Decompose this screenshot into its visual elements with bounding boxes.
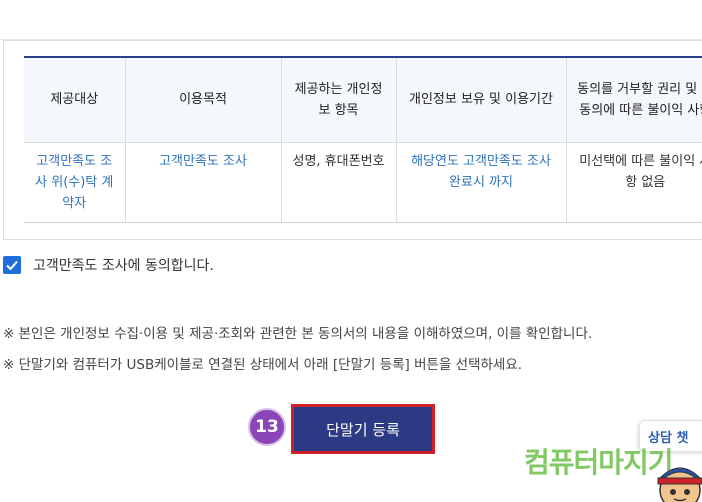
mascot-icon [657,467,702,502]
step-badge: 13 [248,408,286,446]
register-device-button[interactable]: 단말기 등록 [291,404,435,454]
cell-retention: 해당연도 고객만족도 조사 완료시 까지 [396,142,567,222]
table-header-row: 제공대상 이용목적 제공하는 개인정보 항목 개인정보 보유 및 이용기간 동의… [24,57,702,143]
agree-checkbox[interactable] [3,256,21,274]
cell-purpose: 고객만족도 조사 [125,142,282,222]
register-device-button-label: 단말기 등록 [326,420,400,439]
consent-table: 제공대상 이용목적 제공하는 개인정보 항목 개인정보 보유 및 이용기간 동의… [24,56,702,223]
usb-instruction-note: ※ 단말기와 컴퓨터가 USB케이블로 연결된 상태에서 아래 [단말기 등록]… [3,357,523,373]
header-retention: 개인정보 보유 및 이용기간 [396,57,567,143]
header-recipient: 제공대상 [24,57,126,143]
checkmark-icon [6,260,18,271]
agree-label: 고객만족도 조사에 동의합니다. [33,258,214,274]
cell-recipient: 고객만족도 조사 위(수)탁 계약자 [24,142,126,222]
table-row: 고객만족도 조사 위(수)탁 계약자 고객만족도 조사 성명, 휴대폰번호 해당… [24,142,702,222]
header-refusal-right: 동의를 거부할 권리 및 미동의에 따른 불이익 사항 [566,57,702,143]
agree-row: 고객만족도 조사에 동의합니다. [3,255,214,275]
header-purpose: 이용목적 [125,57,282,143]
cell-refusal-right: 미선택에 따른 불이익 사항 없음 [579,153,702,190]
consent-note: ※ 본인은 개인정보 수집·이용 및 제공·조회와 관련한 본 동의서의 내용을… [3,326,593,342]
header-items: 제공하는 개인정보 항목 [281,57,397,143]
cell-items: 성명, 휴대폰번호 [281,142,397,222]
top-strip [0,0,702,40]
